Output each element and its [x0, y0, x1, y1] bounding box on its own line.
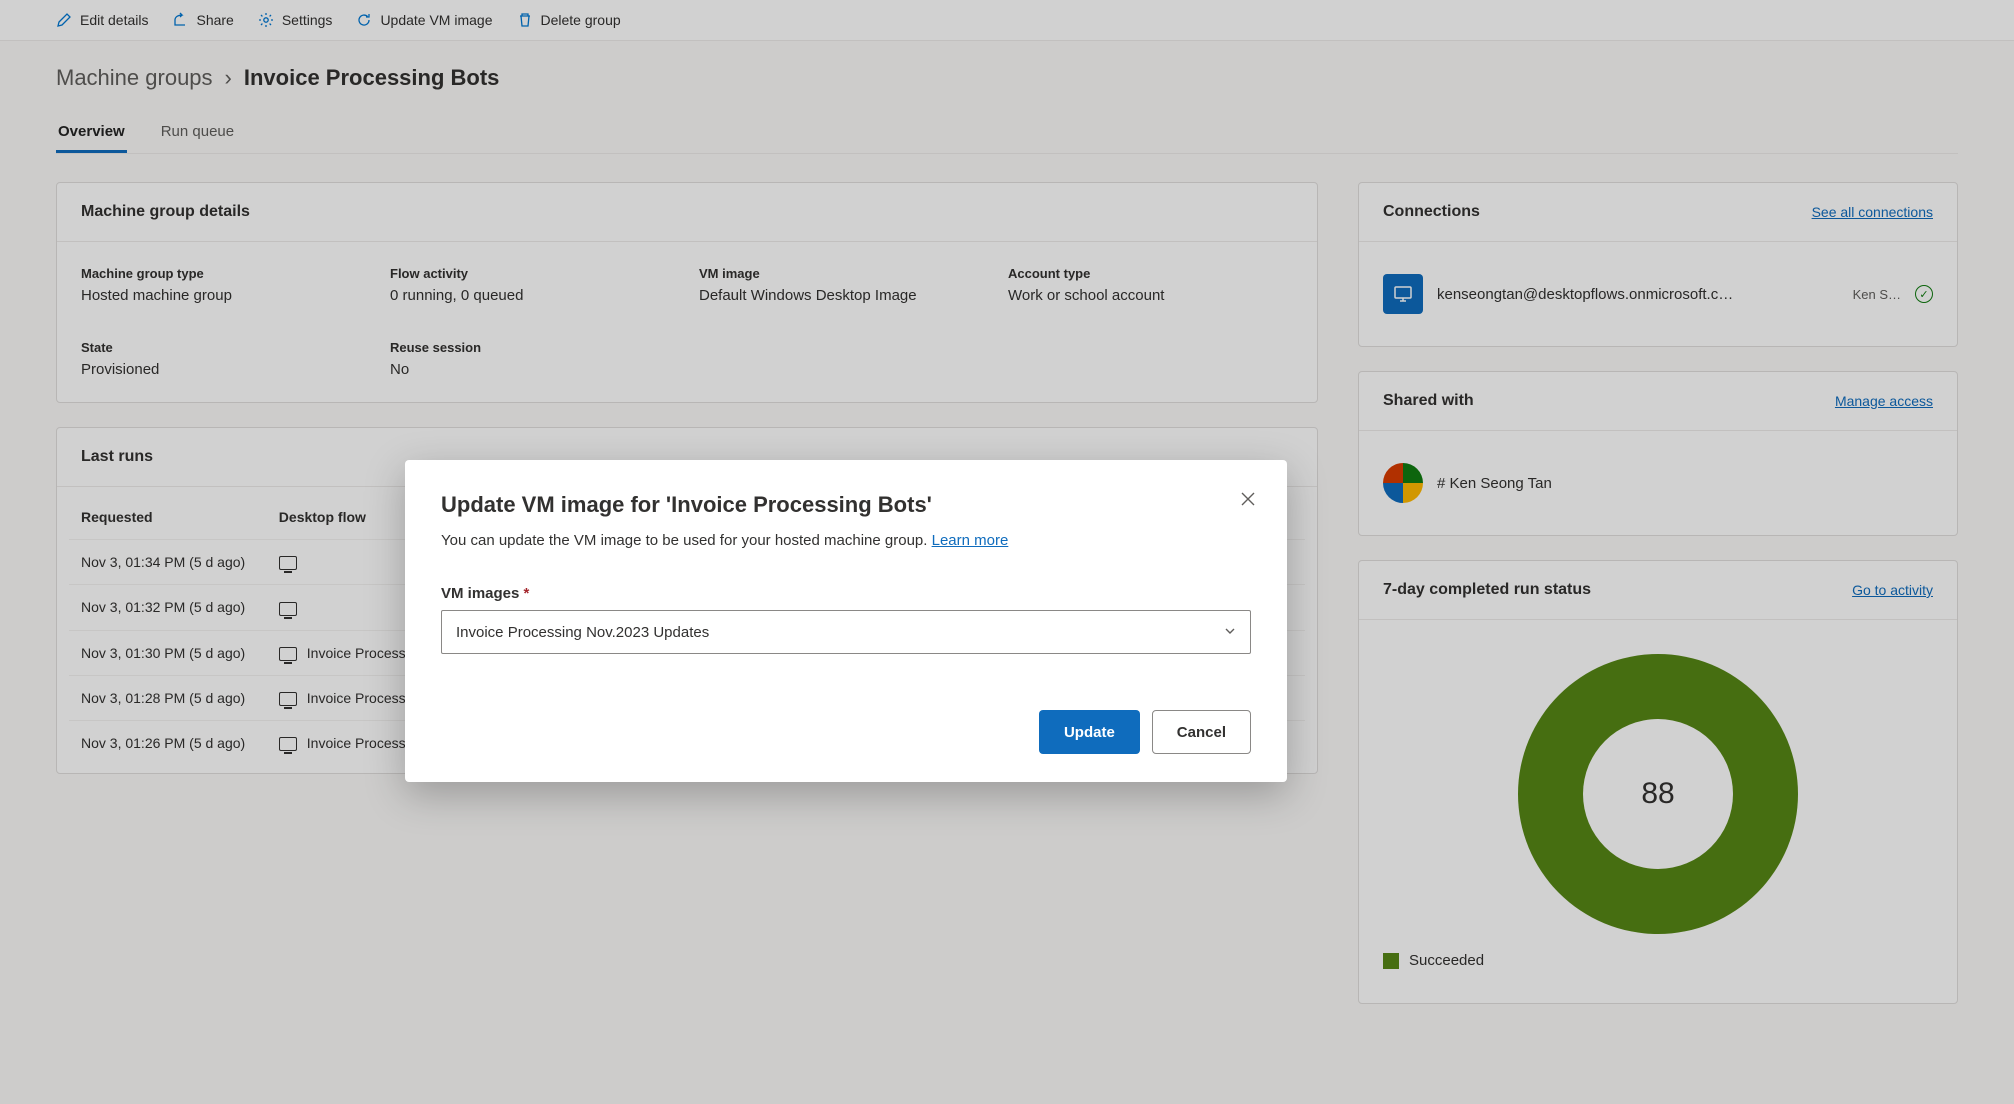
cancel-button[interactable]: Cancel [1152, 710, 1251, 754]
modal-title: Update VM image for 'Invoice Processing … [441, 492, 1251, 518]
vm-images-label: VM images * [441, 585, 1251, 602]
close-button[interactable] [1237, 488, 1259, 515]
required-asterisk: * [524, 585, 530, 602]
vm-images-dropdown[interactable]: Invoice Processing Nov.2023 Updates [441, 610, 1251, 654]
vm-images-selected-value: Invoice Processing Nov.2023 Updates [456, 624, 709, 641]
update-vm-image-modal: Update VM image for 'Invoice Processing … [405, 460, 1287, 782]
chevron-down-icon [1224, 624, 1236, 641]
update-button[interactable]: Update [1039, 710, 1140, 754]
modal-description: You can update the VM image to be used f… [441, 532, 1251, 549]
learn-more-link[interactable]: Learn more [932, 532, 1009, 549]
close-icon [1241, 492, 1255, 506]
